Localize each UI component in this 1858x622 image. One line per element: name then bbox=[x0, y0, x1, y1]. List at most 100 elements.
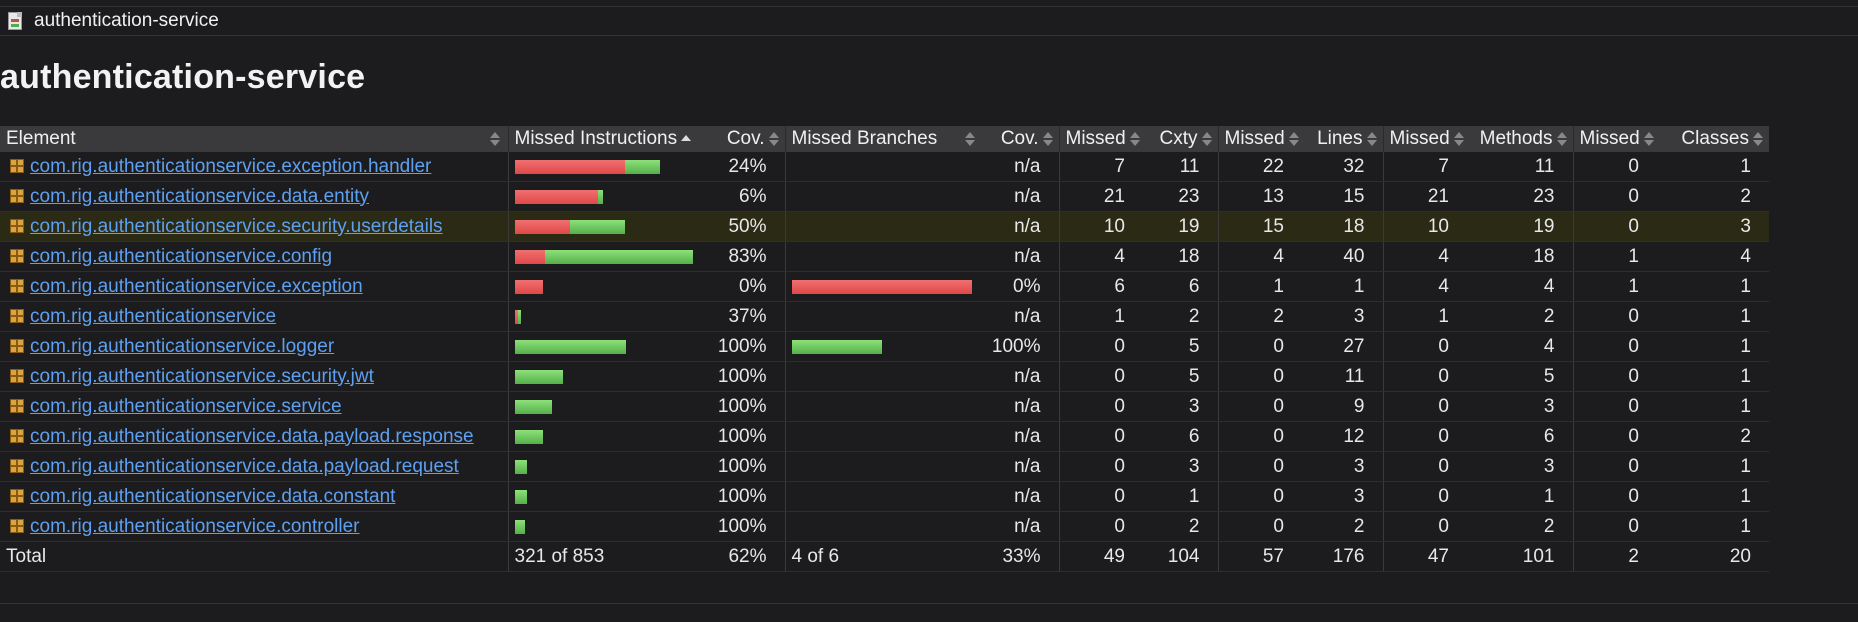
total-missed-lines: 57 bbox=[1218, 541, 1302, 572]
package-icon bbox=[10, 309, 24, 324]
missed-methods-cell: 0 bbox=[1383, 391, 1467, 422]
sort-icon bbox=[1453, 131, 1464, 146]
package-icon bbox=[10, 369, 24, 384]
table-row: com.rig.authenticationservice.security.j… bbox=[0, 361, 1769, 392]
col-header-element[interactable]: Element bbox=[0, 126, 509, 152]
sort-icon bbox=[1042, 131, 1053, 146]
package-cell: com.rig.authenticationservice.data.const… bbox=[0, 481, 509, 512]
col-header-missed-branches[interactable]: Missed Branches bbox=[785, 126, 983, 152]
lines-cell: 9 bbox=[1302, 391, 1384, 422]
col-header-missed-cxty[interactable]: Missed bbox=[1059, 126, 1143, 152]
package-link[interactable]: com.rig.authenticationservice.security.j… bbox=[30, 366, 374, 387]
lines-cell: 11 bbox=[1302, 361, 1384, 392]
package-cell: com.rig.authenticationservice.data.entit… bbox=[0, 181, 509, 212]
missed-cxty-cell: 0 bbox=[1059, 331, 1143, 362]
missed-branches-cell bbox=[785, 211, 983, 242]
col-header-instr-coverage[interactable]: Cov. bbox=[709, 126, 786, 152]
package-link[interactable]: com.rig.authenticationservice.logger bbox=[30, 336, 334, 357]
instruction-coverage-bar bbox=[514, 369, 704, 384]
missed-instructions-cell bbox=[508, 451, 709, 482]
package-cell: com.rig.authenticationservice.security.u… bbox=[0, 211, 509, 242]
missed-classes-cell: 0 bbox=[1573, 511, 1657, 542]
cxty-cell: 5 bbox=[1143, 361, 1219, 392]
instruction-coverage-bar bbox=[514, 459, 704, 474]
package-link[interactable]: com.rig.authenticationservice bbox=[30, 306, 276, 327]
breadcrumb-label: authentication-service bbox=[34, 10, 219, 31]
instruction-coverage-bar bbox=[514, 489, 704, 504]
col-header-classes[interactable]: Classes bbox=[1657, 126, 1769, 152]
missed-cxty-cell: 6 bbox=[1059, 271, 1143, 302]
lines-cell: 2 bbox=[1302, 511, 1384, 542]
instruction-coverage-bar bbox=[514, 279, 704, 294]
missed-instructions-cell bbox=[508, 361, 709, 392]
package-link[interactable]: com.rig.authenticationservice.data.paylo… bbox=[30, 456, 459, 477]
instruction-coverage-bar bbox=[514, 249, 704, 264]
col-header-lines[interactable]: Lines bbox=[1302, 126, 1384, 152]
lines-cell: 12 bbox=[1302, 421, 1384, 452]
table-row: com.rig.authenticationservice.data.paylo… bbox=[0, 421, 1769, 452]
missed-lines-cell: 0 bbox=[1218, 421, 1302, 452]
package-link[interactable]: com.rig.authenticationservice.security.u… bbox=[30, 216, 443, 237]
methods-cell: 5 bbox=[1467, 361, 1574, 392]
lines-cell: 18 bbox=[1302, 211, 1384, 242]
instr-coverage-cell: 100% bbox=[709, 391, 786, 422]
branch-coverage-bar bbox=[791, 279, 978, 294]
col-header-methods[interactable]: Methods bbox=[1467, 126, 1574, 152]
missed-methods-cell: 21 bbox=[1383, 181, 1467, 212]
sort-icon bbox=[965, 132, 975, 146]
col-header-missed-methods[interactable]: Missed bbox=[1383, 126, 1467, 152]
package-link[interactable]: com.rig.authenticationservice.controller bbox=[30, 516, 360, 537]
instr-coverage-cell: 50% bbox=[709, 211, 786, 242]
package-link[interactable]: com.rig.authenticationservice.exception bbox=[30, 276, 363, 297]
sort-icon bbox=[1753, 131, 1763, 146]
methods-cell: 2 bbox=[1467, 511, 1574, 542]
missed-branches-cell bbox=[785, 511, 983, 542]
branch-coverage-cell: n/a bbox=[983, 361, 1060, 392]
col-header-missed-instructions[interactable]: Missed Instructions bbox=[508, 126, 709, 152]
missed-methods-cell: 10 bbox=[1383, 211, 1467, 242]
sort-ascending-icon bbox=[681, 132, 692, 146]
package-link[interactable]: com.rig.authenticationservice.exception.… bbox=[30, 156, 431, 177]
covered-bar-segment bbox=[514, 399, 552, 414]
methods-cell: 23 bbox=[1467, 181, 1574, 212]
missed-lines-cell: 1 bbox=[1218, 271, 1302, 302]
package-link[interactable]: com.rig.authenticationservice.service bbox=[30, 396, 342, 417]
missed-branches-cell bbox=[785, 241, 983, 272]
col-header-branch-coverage[interactable]: Cov. bbox=[983, 126, 1060, 152]
classes-cell: 1 bbox=[1657, 152, 1769, 182]
instr-coverage-cell: 37% bbox=[709, 301, 786, 332]
page-title: authentication-service bbox=[0, 58, 366, 96]
missed-cxty-cell: 0 bbox=[1059, 511, 1143, 542]
cxty-cell: 19 bbox=[1143, 211, 1219, 242]
package-link[interactable]: com.rig.authenticationservice.data.const… bbox=[30, 486, 395, 507]
lines-cell: 3 bbox=[1302, 451, 1384, 482]
col-header-cxty[interactable]: Cxty bbox=[1143, 126, 1219, 152]
table-row: com.rig.authenticationservice.logger 100%… bbox=[0, 331, 1769, 362]
col-header-missed-classes[interactable]: Missed bbox=[1573, 126, 1657, 152]
cxty-cell: 23 bbox=[1143, 181, 1219, 212]
branch-coverage-cell: n/a bbox=[983, 511, 1060, 542]
sort-icon bbox=[1288, 131, 1299, 146]
methods-cell: 3 bbox=[1467, 451, 1574, 482]
missed-instructions-cell bbox=[508, 152, 709, 182]
missed-methods-cell: 4 bbox=[1383, 241, 1467, 272]
missed-lines-cell: 2 bbox=[1218, 301, 1302, 332]
cxty-cell: 6 bbox=[1143, 421, 1219, 452]
missed-branches-cell bbox=[785, 481, 983, 512]
cxty-cell: 3 bbox=[1143, 451, 1219, 482]
package-icon bbox=[10, 249, 24, 264]
classes-cell: 1 bbox=[1657, 391, 1769, 422]
package-link[interactable]: com.rig.authenticationservice.config bbox=[30, 246, 332, 267]
cxty-cell: 6 bbox=[1143, 271, 1219, 302]
package-link[interactable]: com.rig.authenticationservice.data.paylo… bbox=[30, 426, 474, 447]
missed-methods-cell: 0 bbox=[1383, 331, 1467, 362]
package-link[interactable]: com.rig.authenticationservice.data.entit… bbox=[30, 186, 369, 207]
package-cell: com.rig.authenticationservice.security.j… bbox=[0, 361, 509, 392]
missed-bar-segment bbox=[791, 279, 972, 294]
missed-methods-cell: 7 bbox=[1383, 152, 1467, 182]
instr-coverage-cell: 100% bbox=[709, 511, 786, 542]
instruction-coverage-bar bbox=[514, 219, 704, 234]
lines-cell: 32 bbox=[1302, 152, 1384, 182]
col-header-missed-lines[interactable]: Missed bbox=[1218, 126, 1302, 152]
missed-classes-cell: 0 bbox=[1573, 421, 1657, 452]
